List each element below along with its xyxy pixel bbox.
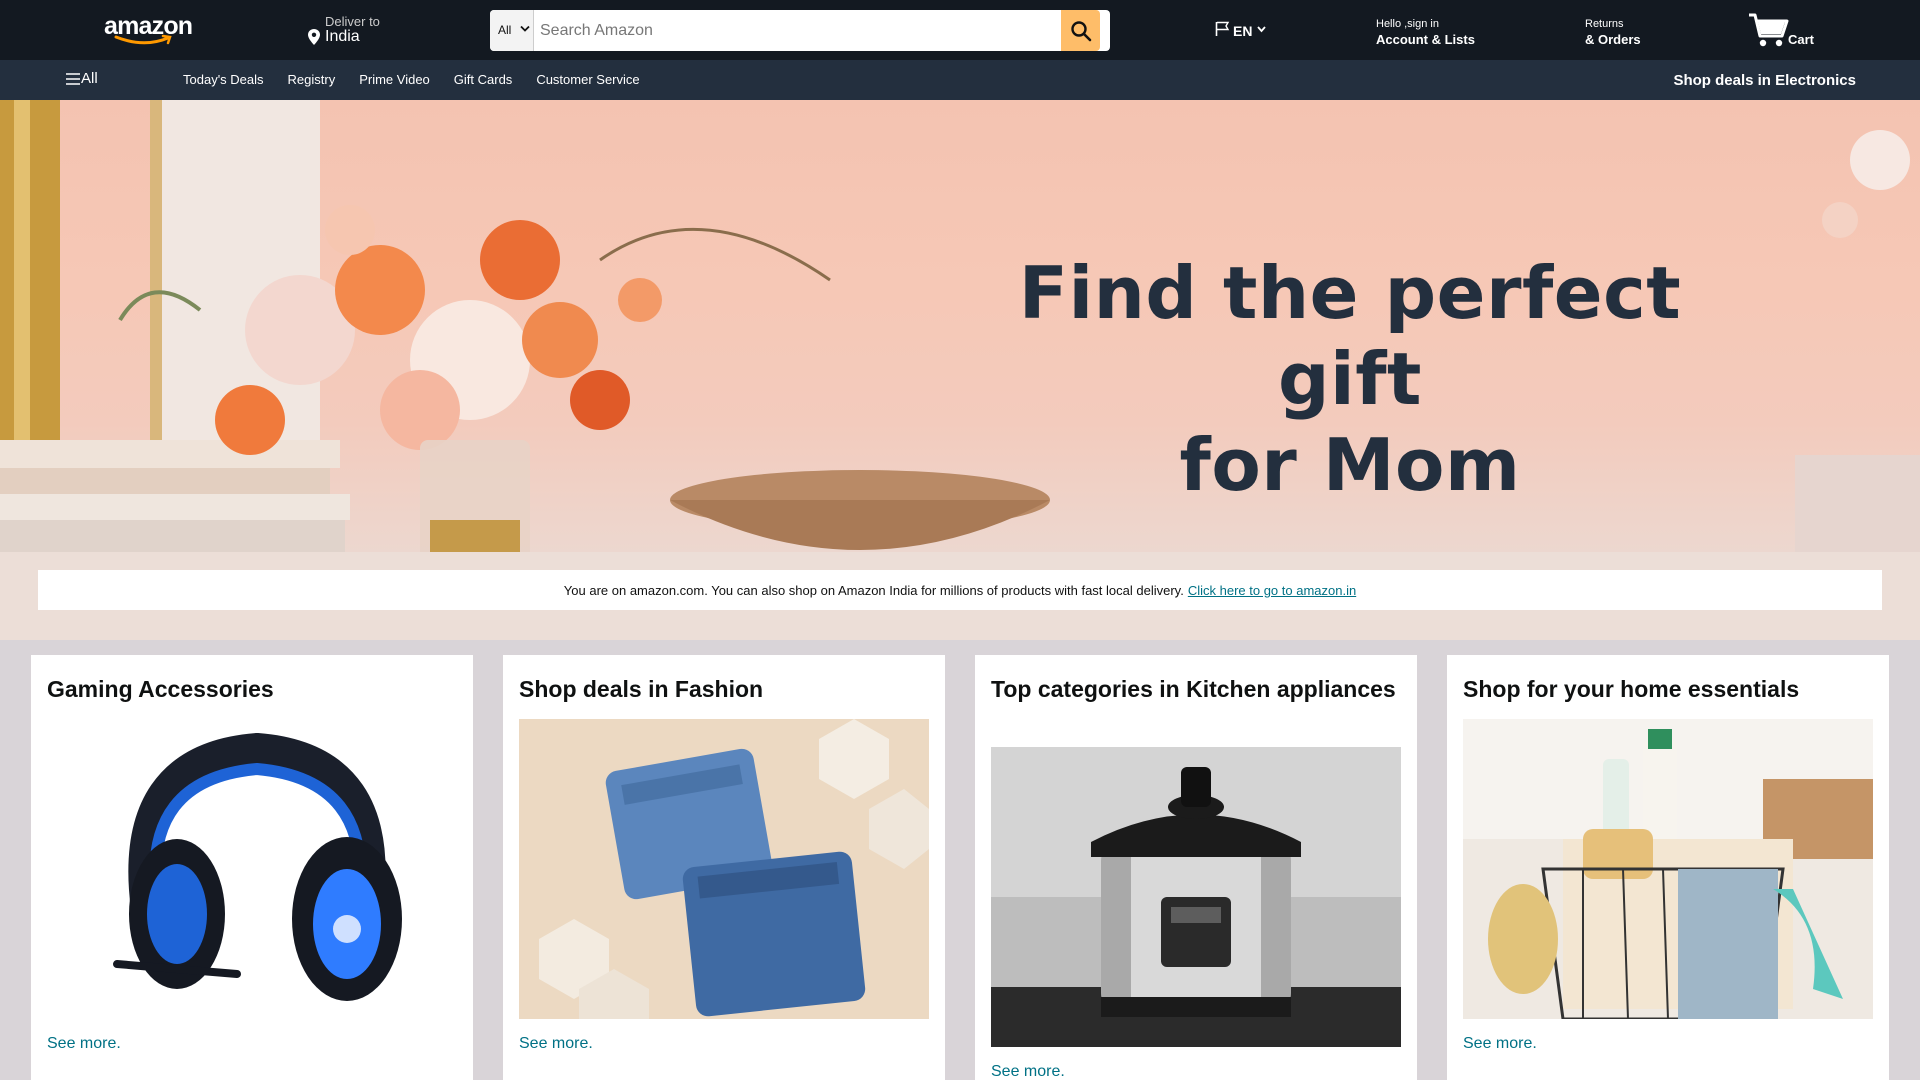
- chevron-down-icon: [1257, 26, 1266, 33]
- hero-banner[interactable]: Find the perfect gift for Mom You are on…: [0, 100, 1920, 640]
- hero-title-line-1: Find the perfect gift: [1018, 251, 1682, 421]
- returns-label: Returns: [1585, 18, 1624, 30]
- account-hello: Hello ,sign in: [1376, 18, 1439, 30]
- jeans-image[interactable]: [519, 719, 929, 1019]
- deliver-to[interactable]: Deliver to India: [308, 13, 418, 49]
- pressure-cooker-image[interactable]: [991, 747, 1401, 1047]
- hero-title-line-2: for Mom: [1179, 423, 1521, 507]
- shop-electronics-link[interactable]: Shop deals in Electronics: [1673, 72, 1856, 89]
- subnav-link-prime-video[interactable]: Prime Video: [347, 72, 442, 87]
- card-fashion: Shop deals in Fashion See more.: [503, 655, 945, 1080]
- card-home-essentials: Shop for your home essentials See more.: [1447, 655, 1889, 1080]
- amazon-logo[interactable]: amazon: [104, 14, 193, 46]
- amazon-in-link[interactable]: Click here to go to amazon.in: [1188, 583, 1356, 598]
- search-icon: [1070, 20, 1091, 41]
- top-nav: amazon Deliver to India All Search Amazo…: [0, 0, 1920, 60]
- location-pin-icon: [308, 29, 320, 45]
- search-category-select[interactable]: All: [490, 10, 534, 51]
- subnav-links: Today's Deals Registry Prime Video Gift …: [171, 72, 652, 87]
- card-title: Shop for your home essentials: [1463, 676, 1800, 702]
- see-more-link[interactable]: See more.: [519, 1035, 593, 1053]
- subnav-link-customer-service[interactable]: Customer Service: [524, 72, 651, 87]
- search-bar: All: [490, 10, 1110, 51]
- see-more-link[interactable]: See more.: [1463, 1035, 1537, 1053]
- cart-button[interactable]: Cart: [1748, 12, 1838, 50]
- subnav-link-todays-deals[interactable]: Today's Deals: [171, 72, 276, 87]
- card-title: Gaming Accessories: [47, 676, 274, 702]
- notice-text: You are on amazon.com. You can also shop…: [563, 582, 1184, 598]
- account-lists[interactable]: Hello ,sign in Account & Lists: [1376, 17, 1506, 49]
- search-category-label: All: [498, 23, 512, 37]
- chevron-down-icon: [520, 25, 530, 32]
- hamburger-icon: [66, 73, 80, 85]
- language-label: EN: [1233, 23, 1253, 39]
- sub-nav: All Today's Deals Registry Prime Video G…: [0, 60, 1920, 100]
- deliver-label: Deliver to: [325, 14, 380, 29]
- account-label: Account & Lists: [1376, 32, 1475, 47]
- flag-icon: [1215, 21, 1230, 36]
- card-title: Top categories in Kitchen appliances: [991, 676, 1396, 702]
- deliver-country: India: [325, 28, 360, 45]
- search-input[interactable]: [534, 10, 1061, 51]
- home-essentials-image[interactable]: [1463, 719, 1873, 1019]
- orders-label: & Orders: [1585, 32, 1641, 47]
- card-title: Shop deals in Fashion: [519, 676, 764, 702]
- subnav-link-gift-cards[interactable]: Gift Cards: [442, 72, 525, 87]
- language-selector[interactable]: EN: [1212, 20, 1272, 40]
- cart-icon: [1749, 13, 1789, 47]
- see-more-link[interactable]: See more.: [47, 1035, 121, 1053]
- gaming-headset-image[interactable]: [47, 719, 457, 1019]
- subnav-link-registry[interactable]: Registry: [276, 72, 348, 87]
- returns-orders[interactable]: Returns & Orders: [1585, 17, 1665, 49]
- search-button[interactable]: [1061, 10, 1100, 51]
- card-kitchen-appliances: Top categories in Kitchen appliances See…: [975, 655, 1417, 1080]
- see-more-link[interactable]: See more.: [991, 1063, 1065, 1080]
- region-notice: You are on amazon.com. You can also shop…: [38, 570, 1882, 610]
- card-gaming-accessories: Gaming Accessories See more.: [31, 655, 473, 1080]
- logo-smile-icon: [114, 34, 172, 45]
- hero-title: Find the perfect gift for Mom: [940, 250, 1760, 508]
- cart-label: Cart: [1788, 32, 1815, 47]
- all-label: All: [81, 70, 98, 87]
